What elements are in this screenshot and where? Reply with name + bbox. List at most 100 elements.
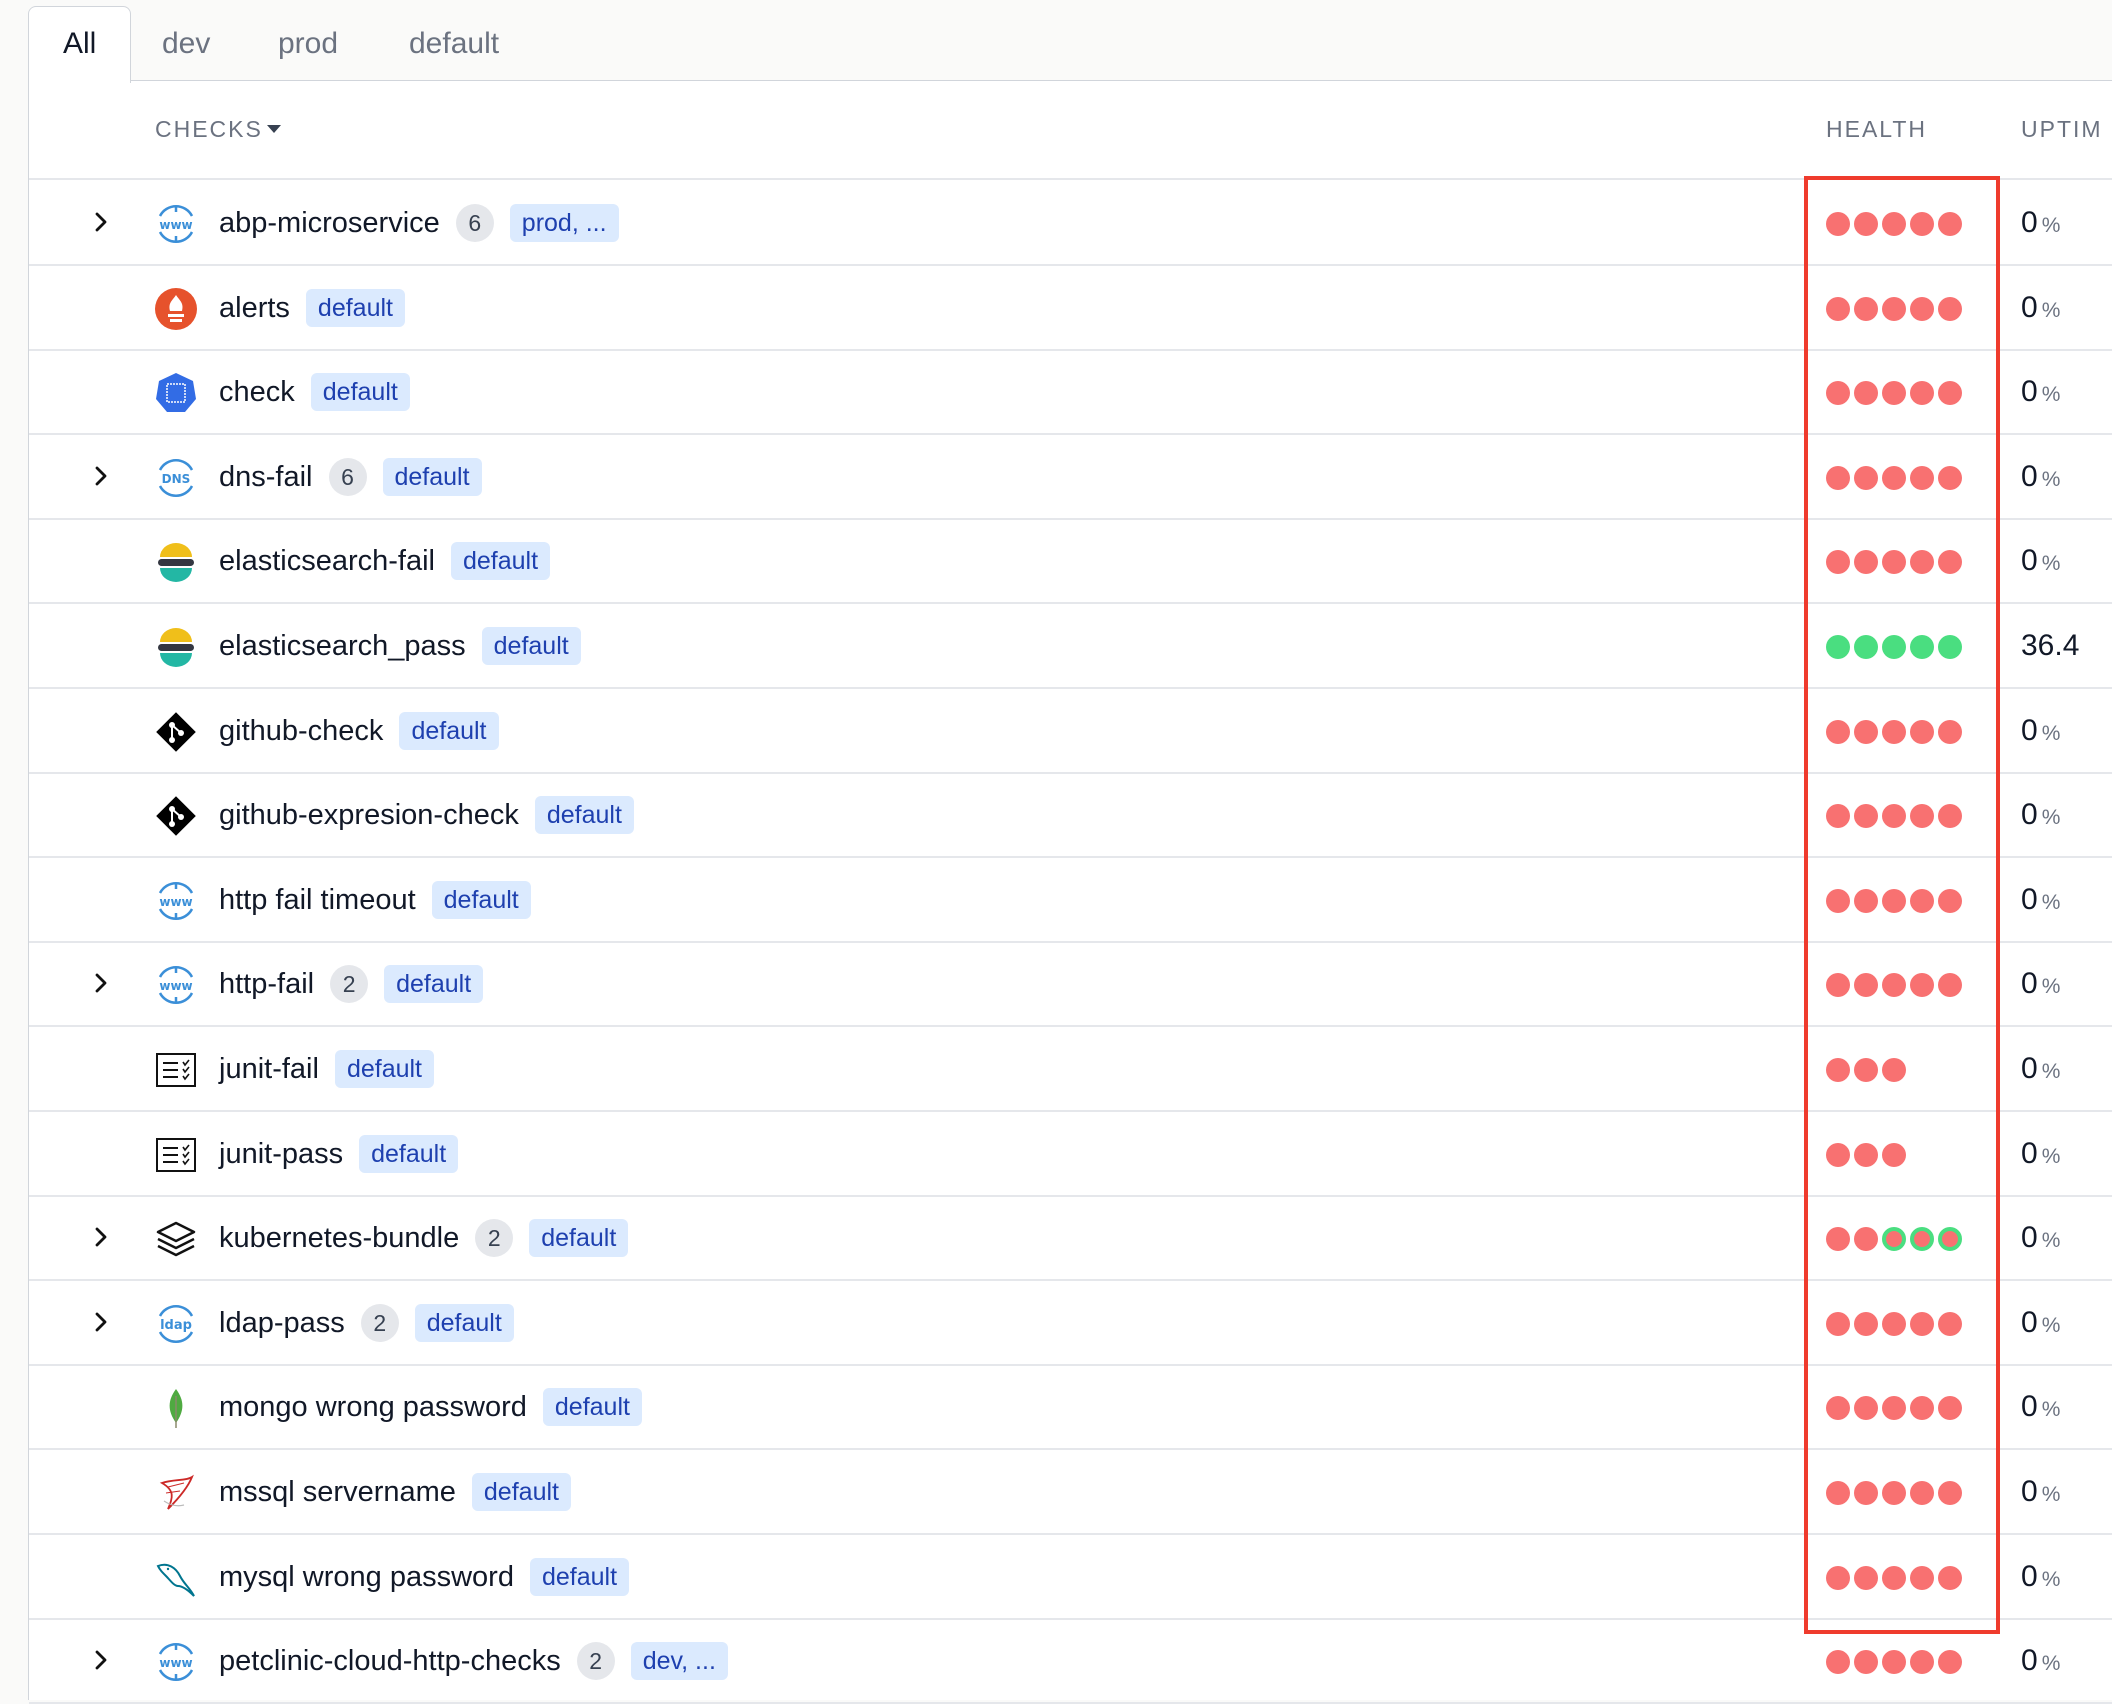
- health-dot-fail: [1910, 1311, 1934, 1336]
- check-name-cell[interactable]: mongo wrong password default: [219, 1384, 642, 1430]
- table-row[interactable]: DNS dns-fail 6 default 0%: [29, 434, 2112, 520]
- table-row[interactable]: elasticsearch_pass default 36.4: [29, 603, 2112, 689]
- table-row[interactable]: mongo wrong password default 0%: [29, 1364, 2112, 1451]
- health-dot-fail: [1938, 1650, 1962, 1675]
- namespace-tag[interactable]: default: [542, 1388, 642, 1427]
- check-name-cell[interactable]: ldap-pass 2 default: [219, 1300, 514, 1346]
- check-name-cell[interactable]: mysql wrong password default: [219, 1554, 630, 1600]
- uptime-column-header[interactable]: UPTIM: [2021, 116, 2103, 143]
- check-name-cell[interactable]: petclinic-cloud-http-checks 2 dev, ...: [219, 1638, 728, 1684]
- namespace-tag[interactable]: default: [305, 288, 405, 327]
- health-dot-fail: [1910, 1396, 1934, 1421]
- namespace-tag[interactable]: default: [382, 457, 482, 496]
- namespace-tag[interactable]: default: [529, 1219, 629, 1258]
- chevron-right-icon[interactable]: [81, 1217, 121, 1257]
- health-column-header[interactable]: HEALTH: [1826, 116, 1927, 143]
- check-name: dns-fail: [219, 460, 313, 493]
- table-row[interactable]: ldap ldap-pass 2 default 0%: [29, 1280, 2112, 1366]
- sort-caret-icon: [266, 125, 281, 133]
- chevron-right-icon[interactable]: [81, 963, 121, 1003]
- check-name-cell[interactable]: dns-fail 6 default: [219, 454, 482, 500]
- table-row[interactable]: mssql servername default 0%: [29, 1449, 2112, 1535]
- uptime-value: 0%: [2021, 961, 2060, 1010]
- health-dot-fail: [1826, 296, 1850, 321]
- namespace-tag[interactable]: default: [359, 1134, 459, 1173]
- namespace-tag[interactable]: dev, ...: [630, 1642, 728, 1681]
- check-name-cell[interactable]: github-check default: [219, 708, 499, 754]
- namespace-tag[interactable]: default: [471, 1473, 571, 1511]
- namespace-tag[interactable]: default: [431, 880, 531, 919]
- check-name-cell[interactable]: elasticsearch_pass default: [219, 623, 581, 669]
- uptime-number: 0: [2021, 1475, 2038, 1508]
- uptime-unit: %: [2041, 1060, 2061, 1083]
- uptime-unit: %: [2041, 975, 2061, 999]
- check-name-cell[interactable]: alerts default: [219, 285, 405, 331]
- tab-prod[interactable]: prod: [278, 7, 338, 81]
- namespace-tag[interactable]: default: [450, 542, 551, 581]
- svg-text:www: www: [159, 895, 192, 909]
- check-name: http fail timeout: [219, 883, 416, 916]
- uptime-unit: %: [2041, 890, 2061, 914]
- health-dot-fail: [1826, 550, 1850, 575]
- health-indicator: [1826, 719, 1966, 744]
- www-icon: www: [153, 878, 199, 924]
- check-name-cell[interactable]: junit-pass default: [219, 1131, 459, 1177]
- health-dot-fail: [1826, 1481, 1850, 1505]
- table-row[interactable]: github-check default 0%: [29, 688, 2112, 774]
- namespace-tag[interactable]: default: [414, 1303, 514, 1342]
- www-icon: www: [153, 962, 199, 1008]
- namespace-tag[interactable]: default: [529, 1557, 630, 1596]
- svg-text:www: www: [159, 218, 192, 232]
- check-name-cell[interactable]: abp-microservice 6 prod, ...: [219, 200, 619, 246]
- namespace-tag[interactable]: default: [534, 796, 634, 835]
- junit-icon: [153, 1047, 199, 1093]
- health-dot-fail: [1910, 465, 1934, 490]
- health-dot-fail: [1938, 973, 1962, 998]
- check-name-cell[interactable]: mssql servername default: [219, 1469, 571, 1515]
- check-name-cell[interactable]: http-fail 2 default: [219, 961, 484, 1007]
- uptime-unit: %: [2041, 1144, 2061, 1168]
- namespace-tag[interactable]: default: [310, 373, 410, 412]
- table-row[interactable]: junit-fail default 0%: [29, 1026, 2112, 1112]
- namespace-tag[interactable]: default: [481, 627, 581, 665]
- namespace-tag[interactable]: default: [399, 711, 499, 750]
- chevron-right-icon[interactable]: [81, 456, 121, 496]
- table-row[interactable]: check default 0%: [29, 349, 2112, 436]
- check-name-cell[interactable]: elasticsearch-fail default: [219, 538, 551, 584]
- health-dot-fail: [1882, 1142, 1906, 1167]
- table-row[interactable]: www http-fail 2 default 0%: [29, 941, 2112, 1028]
- tab-all[interactable]: All: [28, 6, 132, 83]
- tab-default[interactable]: default: [409, 7, 499, 81]
- table-row[interactable]: mysql wrong password default 0%: [29, 1534, 2112, 1620]
- table-row[interactable]: elasticsearch-fail default 0%: [29, 518, 2112, 605]
- namespace-tag[interactable]: default: [384, 965, 484, 1004]
- health-dot-fail: [1854, 296, 1878, 321]
- namespace-tag[interactable]: prod, ...: [509, 204, 619, 242]
- uptime-value: 36.4: [2021, 623, 2079, 669]
- table-row[interactable]: kubernetes-bundle 2 default 0%: [29, 1195, 2112, 1282]
- uptime-value: 0%: [2021, 538, 2060, 587]
- table-row[interactable]: www http fail timeout default 0%: [29, 857, 2112, 943]
- health-indicator: [1826, 550, 1966, 575]
- chevron-right-icon[interactable]: [81, 1640, 121, 1680]
- check-name-cell[interactable]: kubernetes-bundle 2 default: [219, 1215, 629, 1261]
- uptime-unit: %: [2041, 298, 2061, 322]
- chevron-right-icon[interactable]: [81, 202, 121, 242]
- table-row[interactable]: junit-pass default 0%: [29, 1111, 2112, 1197]
- health-dot-fail: [1910, 1481, 1934, 1505]
- check-name-cell[interactable]: http fail timeout default: [219, 877, 531, 923]
- table-row[interactable]: www abp-microservice 6 prod, ... 0%: [29, 180, 2112, 266]
- table-row[interactable]: alerts default 0%: [29, 265, 2112, 351]
- chevron-right-icon[interactable]: [81, 1302, 121, 1342]
- table-row[interactable]: www petclinic-cloud-http-checks 2 dev, ... 0…: [29, 1618, 2112, 1704]
- check-name-cell[interactable]: github-expresion-check default: [219, 792, 634, 838]
- check-name-cell[interactable]: junit-fail default: [219, 1046, 434, 1092]
- tab-dev[interactable]: dev: [162, 7, 210, 81]
- check-name-cell[interactable]: check default: [219, 369, 410, 415]
- table-row[interactable]: github-expresion-check default 0%: [29, 772, 2112, 859]
- kubernetes-icon: [153, 370, 199, 416]
- health-dot-fail: [1854, 1396, 1878, 1421]
- checks-column-header[interactable]: CHECKS: [155, 116, 281, 143]
- uptime-value: 0%: [2021, 1638, 2060, 1687]
- namespace-tag[interactable]: default: [334, 1050, 434, 1088]
